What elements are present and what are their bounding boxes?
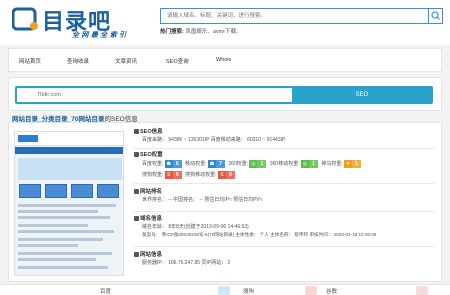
hot-label: 热门搜索: <box>160 29 184 35</box>
shot-text-row <box>18 230 114 233</box>
baidu-traffic: 百度来路： 94386 ~ 136301IP 百度移动来路： 60310 ~ 9… <box>142 137 286 143</box>
divider <box>134 148 434 149</box>
shot-text-row <box>18 252 112 255</box>
bar-chart-icon <box>134 189 139 195</box>
seo-weight-heading: SEO权重 <box>140 152 163 158</box>
logo-icon <box>12 7 38 31</box>
server-icon <box>134 252 139 258</box>
logo-slogan: 全 网 最 全 索 引 <box>72 30 127 39</box>
shot-text-row <box>18 238 103 241</box>
w360-mobile-weight-badge[interactable]: ◎ 1 <box>300 159 318 168</box>
nav-whois[interactable]: Whois <box>216 57 231 63</box>
main-nav: 网站首页 查询收录 文章资讯 SEO查询 Whois <box>8 48 442 72</box>
search-box <box>160 8 443 24</box>
search-button[interactable] <box>428 9 442 23</box>
weight-row-2: 搜狗权重: S0 搜狗移动权重: S0 <box>134 170 434 181</box>
sogou-icon <box>218 286 230 295</box>
shenma-weight-badge[interactable]: ✦ 1 <box>344 159 362 168</box>
mobile-weight-badge[interactable]: ☗ 7 <box>207 159 225 168</box>
domain-age: 域名年龄： 8年8天(创建于2013-09-06 14:46:53) <box>142 224 249 230</box>
hot-links[interactable]: 凤凰娱乐、avmr下载、 <box>185 29 241 35</box>
google-icon <box>305 286 317 295</box>
nav-home[interactable]: 网站首页 <box>19 57 41 65</box>
icp-record: 备案号： 粤ICP备08035226号-5(70网站目录) 主体性质： 个人 主… <box>142 232 377 237</box>
seo-query-panel: 70dir.com SEO <box>8 77 442 111</box>
seo-button[interactable]: SEO <box>295 88 429 102</box>
search-icon <box>431 11 440 20</box>
divider <box>134 183 434 184</box>
w360-weight-badge[interactable]: ◎ 1 <box>249 159 267 168</box>
shot-header <box>15 132 123 146</box>
sogou-mobile-weight-badge[interactable]: S0 <box>217 170 235 179</box>
sogou-weight-badge[interactable]: S0 <box>164 170 182 179</box>
ranking-section: 网站排名 世界排名： -- 中国排名： -- 预估日均IP≈ 预估日均PV≈ <box>134 188 434 204</box>
server-info-heading: 网站信息 <box>140 252 163 258</box>
ranking-title: 网站排名 <box>134 188 434 196</box>
domain-info-heading: 域名信息 <box>140 216 163 222</box>
more-icon <box>416 286 428 295</box>
domain-input[interactable]: 70dir.com <box>17 88 292 102</box>
seo-info-card: SEO信息 百度来路： 94386 ~ 136301IP 百度移动来路： 603… <box>8 122 442 282</box>
nav-seo-query[interactable]: SEO查询 <box>166 57 189 65</box>
server-ip: 服务器IP： 106.75.247.85 同IP网站： 2 <box>142 260 231 266</box>
hot-searches: 热门搜索: 凤凰娱乐、avmr下载、 <box>160 27 242 35</box>
nav-articles[interactable]: 文章资讯 <box>115 57 137 65</box>
shenma-weight-label: 神马权重: <box>321 161 343 167</box>
top-header: 目录吧 全 网 最 全 索 引 热门搜索: 凤凰娱乐、avmr下载、 <box>0 0 450 45</box>
weight-icon <box>134 152 139 158</box>
divider <box>134 211 434 212</box>
w360-mobile-weight-label: 360移动权重: <box>269 161 300 167</box>
shot-text-row <box>18 258 96 261</box>
domain-info-section: 域名信息 域名年龄： 8年8天(创建于2013-09-06 14:46:53) … <box>134 215 434 239</box>
shot-text-row <box>18 210 98 213</box>
baidu-weight-label: 百度权重: <box>142 161 164 167</box>
shot-text-row <box>18 204 116 207</box>
footer-bar: 百度 搜狗 谷歌 <box>0 284 450 295</box>
seo-weight-section: SEO权重 百度权重: ☗ 6 移动权重: ☗ 7 360权重: ◎ 1 360移动权… <box>134 151 434 181</box>
shot-text-row <box>18 244 78 247</box>
domain-info-title: 域名信息 <box>134 215 434 223</box>
nav-query-index[interactable]: 查询收录 <box>67 57 89 65</box>
footer-google[interactable]: 谷歌 <box>326 287 337 295</box>
mobile-weight-label: 移动权重: <box>185 161 207 167</box>
seo-info-title: SEO信息 <box>134 128 434 136</box>
site-screenshot <box>14 131 124 276</box>
search-input[interactable] <box>161 9 428 23</box>
baidu-weight-badge[interactable]: ☗ 6 <box>164 159 182 168</box>
sogou-weight-label: 搜狗权重: <box>142 172 164 178</box>
shot-card <box>19 184 41 198</box>
divider <box>134 246 434 247</box>
url-bar: 70dir.com SEO <box>15 86 433 104</box>
shot-nav <box>15 147 123 154</box>
ranking-heading: 网站排名 <box>140 189 163 195</box>
user-icon <box>134 216 139 222</box>
seo-weight-title: SEO权重 <box>134 151 434 159</box>
shot-card <box>97 184 119 198</box>
shot-text-row <box>18 266 108 269</box>
footer-baidu[interactable]: 百度 <box>100 287 111 295</box>
server-info-section: 网站信息 服务器IP： 106.75.247.85 同IP网站： 2 <box>134 251 434 267</box>
shot-banner <box>18 158 122 180</box>
ranking-line: 世界排名： -- 中国排名： -- 预估日均IP≈ 预估日均PV≈ <box>142 197 263 203</box>
seo-info-heading: SEO信息 <box>140 129 163 135</box>
w360-weight-label: 360权重: <box>228 161 249 167</box>
chart-icon <box>134 129 139 135</box>
shot-text-row <box>18 216 110 219</box>
shot-card <box>45 184 67 198</box>
weight-row-1: 百度权重: ☗ 6 移动权重: ☗ 7 360权重: ◎ 1 360移动权重: ◎ 1 … <box>134 159 434 170</box>
shot-card <box>71 184 93 198</box>
sogou-mobile-weight-label: 搜狗移动权重: <box>185 172 217 178</box>
shot-text-row <box>18 224 88 227</box>
seo-info-section: SEO信息 百度来路： 94386 ~ 136301IP 百度移动来路： 603… <box>134 128 434 144</box>
footer-sogou[interactable]: 搜狗 <box>243 287 254 295</box>
server-info-title: 网站信息 <box>134 251 434 259</box>
shot-logo <box>18 135 38 142</box>
site-logo[interactable]: 目录吧 全 网 最 全 索 引 <box>10 4 130 42</box>
